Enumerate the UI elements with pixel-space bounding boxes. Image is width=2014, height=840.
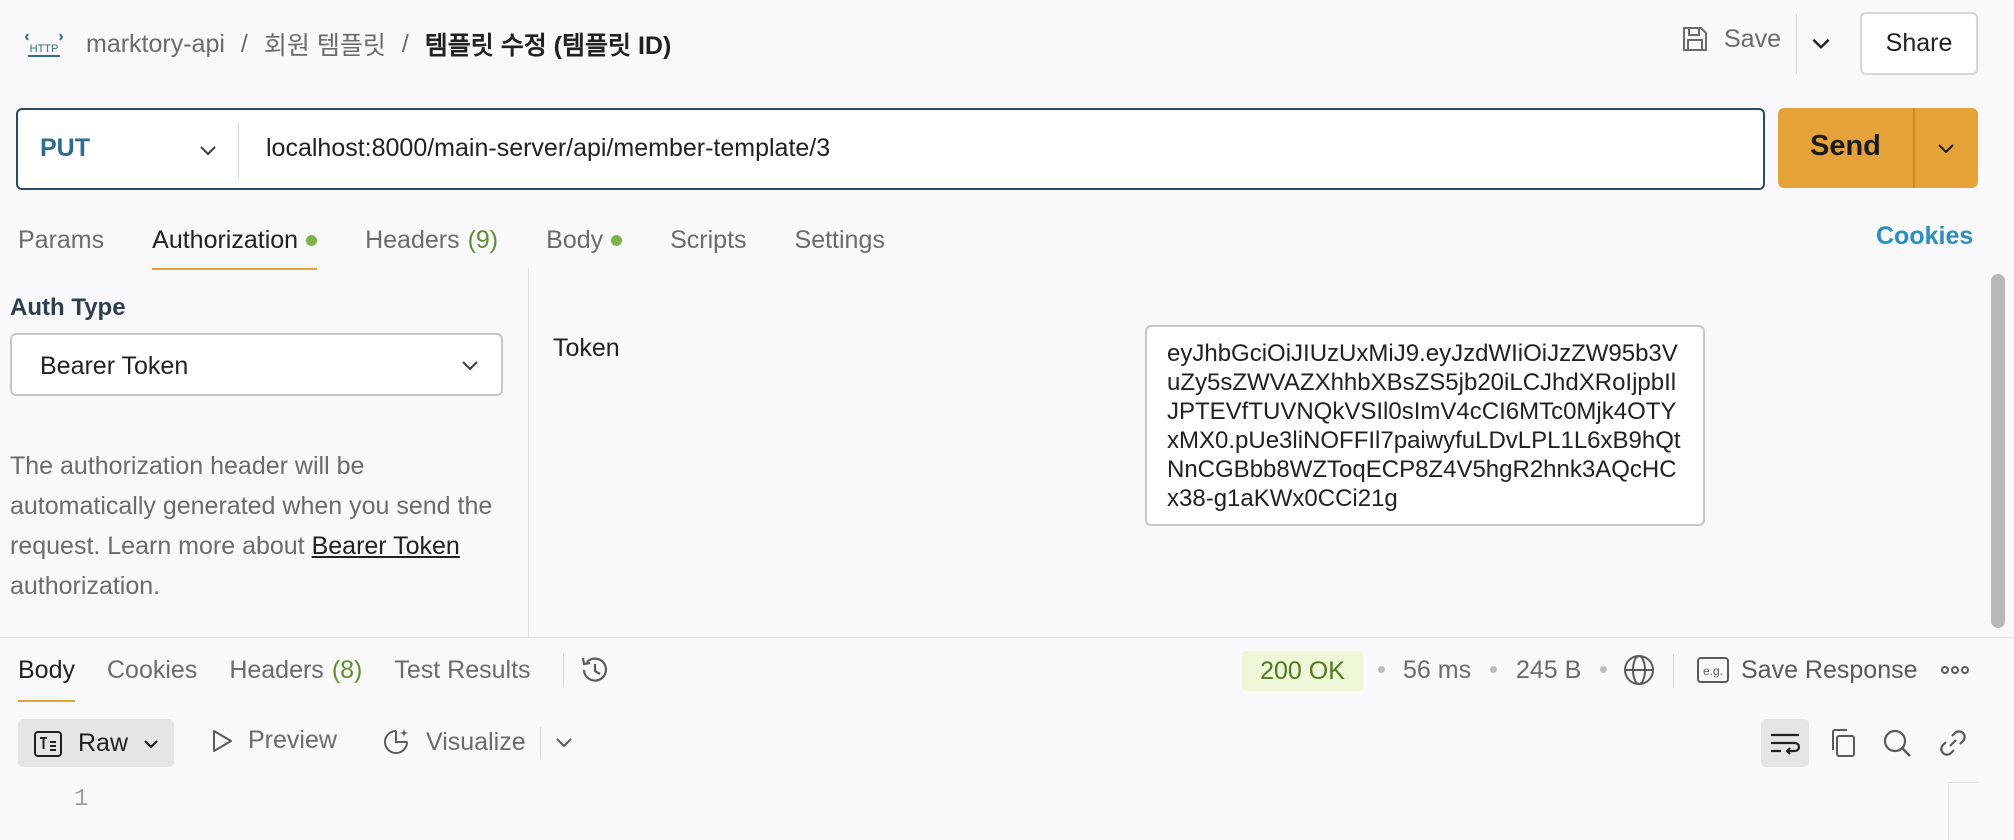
- view-mode-select[interactable]: Raw: [18, 719, 174, 767]
- view-mode-label: Raw: [78, 729, 129, 757]
- token-input[interactable]: eyJhbGciOiJIUzUxMiJ9.eyJzdWIiOiJzZW95b3V…: [1145, 325, 1705, 526]
- breadcrumb: marktory-api / 회원 템플릿 / 템플릿 수정 (템플릿 ID): [86, 26, 671, 62]
- raw-text-icon: [34, 731, 62, 757]
- search-icon[interactable]: [1881, 727, 1913, 759]
- send-button[interactable]: Send: [1778, 108, 1978, 188]
- play-icon: [213, 729, 232, 752]
- visualize-button[interactable]: Visualize: [380, 726, 526, 758]
- tab-headers[interactable]: Headers (9): [365, 220, 498, 260]
- meta-separator: [1673, 654, 1674, 688]
- copy-icon[interactable]: [1827, 727, 1859, 759]
- scrollbar[interactable]: [1991, 274, 2005, 628]
- chevron-down-icon[interactable]: [196, 138, 220, 162]
- token-label: Token: [553, 334, 620, 362]
- breadcrumb-folder[interactable]: 회원 템플릿: [264, 26, 386, 62]
- top-bar: HTTP marktory-api / 회원 템플릿 / 템플릿 수정 (템플릿…: [0, 0, 2014, 88]
- tabs-separator: [562, 653, 564, 687]
- chevron-down-icon: [462, 361, 478, 371]
- response-headers-count: (8): [331, 655, 363, 684]
- svg-text:HTTP: HTTP: [30, 43, 59, 55]
- tab-label: Test Results: [394, 655, 531, 684]
- send-label: Send: [1810, 130, 1881, 162]
- tab-body[interactable]: Body: [546, 220, 623, 260]
- history-icon[interactable]: [578, 653, 612, 687]
- tab-label: Headers: [365, 225, 460, 254]
- save-icon: [1683, 27, 1707, 51]
- preview-button[interactable]: Preview: [210, 726, 337, 755]
- status-dot: [611, 234, 623, 246]
- chevron-down-icon[interactable]: [552, 730, 576, 754]
- breadcrumb-separator: /: [240, 29, 248, 58]
- auth-type-label: Auth Type: [10, 294, 126, 321]
- chevron-down-icon: [144, 740, 158, 749]
- tab-label: Body: [18, 655, 75, 684]
- response-time[interactable]: 56 ms: [1403, 656, 1471, 685]
- save-label: Save: [1724, 24, 1781, 53]
- tab-label: Scripts: [670, 225, 747, 254]
- save-divider: [1796, 14, 1797, 74]
- status-dot: [306, 234, 318, 246]
- editor-edge: [1948, 782, 1949, 840]
- tab-response-headers[interactable]: Headers (8): [229, 652, 362, 688]
- status-badge[interactable]: 200 OK: [1242, 651, 1363, 691]
- tab-label: Authorization: [152, 225, 299, 254]
- tab-authorization[interactable]: Authorization: [152, 220, 318, 270]
- request-tabs: Params Authorization Headers (9) Body Scr…: [18, 220, 933, 270]
- wrap-lines-icon: [1771, 733, 1801, 755]
- toolbar-separator: [540, 727, 541, 759]
- chevron-down-icon[interactable]: [1934, 136, 1958, 160]
- example-icon: e.g.: [1697, 657, 1729, 683]
- url-bar: PUT localhost:8000/main-server/api/membe…: [16, 108, 1765, 190]
- share-button[interactable]: Share: [1860, 12, 1978, 75]
- response-tabs: Body Cookies Headers (8) Test Results: [18, 652, 612, 702]
- wrap-lines-button[interactable]: [1761, 719, 1809, 767]
- panel-divider: [528, 268, 529, 638]
- tab-label: Body: [546, 225, 604, 254]
- preview-label: Preview: [248, 726, 337, 754]
- auth-type-value: Bearer Token: [40, 352, 189, 380]
- bearer-token-link[interactable]: Bearer Token: [312, 532, 460, 560]
- more-icon[interactable]: [1940, 660, 1970, 680]
- headers-count: (9): [467, 225, 499, 254]
- breadcrumb-collection[interactable]: marktory-api: [86, 30, 225, 59]
- chevron-down-icon[interactable]: [1808, 30, 1834, 56]
- meta-dot: [1490, 666, 1497, 673]
- send-divider: [1913, 108, 1915, 188]
- auth-description-end: authorization.: [10, 572, 161, 600]
- save-response-label: Save Response: [1741, 656, 1918, 684]
- breadcrumb-separator: /: [401, 29, 409, 58]
- editor-edge: [1948, 782, 1978, 783]
- tab-label: Params: [18, 225, 105, 254]
- tab-response-body[interactable]: Body: [18, 652, 75, 702]
- http-icon: HTTP: [24, 33, 64, 57]
- meta-dot: [1378, 666, 1385, 673]
- save-response-button[interactable]: e.g. Save Response: [1697, 652, 1918, 688]
- visualize-icon: [384, 729, 408, 754]
- method-select[interactable]: PUT: [40, 134, 90, 163]
- visualize-label: Visualize: [426, 727, 526, 756]
- tab-label: Headers: [229, 655, 324, 684]
- globe-icon[interactable]: [1622, 653, 1656, 687]
- response-divider: [0, 637, 2014, 638]
- tab-settings[interactable]: Settings: [795, 220, 885, 260]
- tab-params[interactable]: Params: [18, 220, 104, 260]
- url-divider: [238, 122, 239, 178]
- tab-test-results[interactable]: Test Results: [394, 652, 530, 688]
- tab-response-cookies[interactable]: Cookies: [107, 652, 197, 688]
- auth-type-select[interactable]: Bearer Token: [10, 333, 503, 396]
- tab-label: Cookies: [106, 655, 198, 684]
- tab-label: Settings: [794, 225, 885, 254]
- cookies-link[interactable]: Cookies: [1876, 222, 1973, 251]
- url-input[interactable]: localhost:8000/main-server/api/member-te…: [266, 134, 830, 163]
- line-number: 1: [74, 786, 89, 813]
- svg-text:e.g.: e.g.: [1703, 664, 1723, 678]
- response-size[interactable]: 245 B: [1516, 656, 1581, 685]
- meta-dot: [1600, 666, 1607, 673]
- request-title[interactable]: 템플릿 수정 (템플릿 ID): [425, 26, 672, 62]
- link-icon[interactable]: [1937, 727, 1969, 759]
- save-button[interactable]: Save: [1680, 24, 1781, 54]
- tab-scripts[interactable]: Scripts: [670, 220, 746, 260]
- auth-description: The authorization header will be automat…: [10, 446, 500, 606]
